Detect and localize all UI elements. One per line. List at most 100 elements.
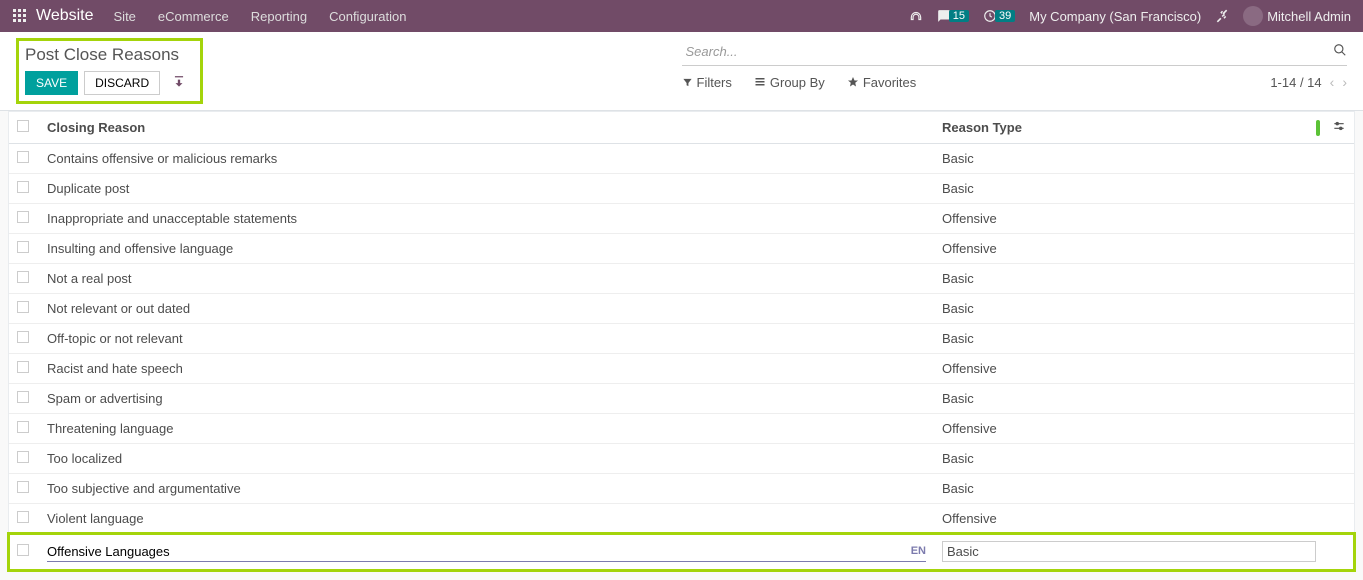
highlight-box-header: Post Close Reasons SAVE DISCARD (16, 38, 203, 104)
app-brand[interactable]: Website (36, 7, 94, 25)
messages-icon[interactable]: 15 (937, 9, 969, 23)
avatar (1243, 6, 1263, 26)
groupby-button[interactable]: Group By (754, 75, 825, 90)
table-row[interactable]: Violent languageOffensive (9, 504, 1354, 534)
row-checkbox[interactable] (17, 544, 29, 556)
company-switcher[interactable]: My Company (San Francisco) (1029, 9, 1201, 24)
cell-type: Basic (934, 324, 1324, 354)
row-checkbox[interactable] (17, 181, 29, 193)
groupby-label: Group By (770, 75, 825, 90)
settings-icon[interactable] (1215, 9, 1229, 23)
cell-reason: Duplicate post (39, 174, 934, 204)
row-checkbox[interactable] (17, 211, 29, 223)
cell-reason: Not relevant or out dated (39, 294, 934, 324)
cell-type: Offensive (934, 354, 1324, 384)
cell-reason: Off-topic or not relevant (39, 324, 934, 354)
row-checkbox[interactable] (17, 241, 29, 253)
cell-reason: Violent language (39, 504, 934, 534)
pager-prev-icon[interactable]: ‹ (1330, 74, 1335, 90)
filters-button[interactable]: Filters (682, 75, 732, 90)
support-icon[interactable] (909, 9, 923, 23)
filters-label: Filters (697, 75, 732, 90)
activities-icon[interactable]: 39 (983, 9, 1015, 23)
cell-reason: Inappropriate and unacceptable statement… (39, 204, 934, 234)
save-button[interactable]: SAVE (25, 71, 78, 95)
search-bar (682, 38, 1348, 66)
cell-type-edit: Basic (934, 534, 1324, 570)
table-row[interactable]: Not a real postBasic (9, 264, 1354, 294)
row-checkbox[interactable] (17, 481, 29, 493)
cell-reason: Racist and hate speech (39, 354, 934, 384)
activities-badge: 39 (995, 10, 1015, 22)
table-header-row: Closing Reason Reason Type (9, 112, 1354, 144)
table-row-editing[interactable]: EN Basic (9, 534, 1354, 570)
table-row[interactable]: Racist and hate speechOffensive (9, 354, 1354, 384)
control-panel: Post Close Reasons SAVE DISCARD Filters (0, 32, 1363, 111)
pager: 1-14 / 14 ‹ › (1270, 74, 1347, 90)
table-row[interactable]: Inappropriate and unacceptable statement… (9, 204, 1354, 234)
cell-type: Basic (934, 144, 1324, 174)
cell-reason: Contains offensive or malicious remarks (39, 144, 934, 174)
optional-columns-icon[interactable] (1332, 121, 1346, 136)
cell-reason: Too subjective and argumentative (39, 474, 934, 504)
cell-type: Basic (934, 384, 1324, 414)
page-title: Post Close Reasons (25, 45, 192, 65)
cell-type: Basic (934, 264, 1324, 294)
table-row[interactable]: Threatening languageOffensive (9, 414, 1354, 444)
discard-button[interactable]: DISCARD (84, 71, 160, 95)
pager-next-icon[interactable]: › (1342, 74, 1347, 90)
table-row[interactable]: Too localizedBasic (9, 444, 1354, 474)
row-checkbox[interactable] (17, 331, 29, 343)
nav-configuration[interactable]: Configuration (329, 9, 406, 24)
table-row[interactable]: Insulting and offensive languageOffensiv… (9, 234, 1354, 264)
col-reason-type-label: Reason Type (942, 120, 1022, 135)
select-all-checkbox[interactable] (17, 120, 29, 132)
nav-ecommerce[interactable]: eCommerce (158, 9, 229, 24)
cell-type: Offensive (934, 504, 1324, 534)
table-row[interactable]: Spam or advertisingBasic (9, 384, 1354, 414)
cell-type: Offensive (934, 414, 1324, 444)
row-checkbox[interactable] (17, 361, 29, 373)
cell-type: Offensive (934, 204, 1324, 234)
col-reason-type[interactable]: Reason Type (934, 112, 1324, 144)
cell-type: Basic (934, 174, 1324, 204)
closing-reason-input[interactable] (47, 542, 905, 561)
table-row[interactable]: Off-topic or not relevantBasic (9, 324, 1354, 354)
cell-reason: Spam or advertising (39, 384, 934, 414)
pager-text[interactable]: 1-14 / 14 (1270, 75, 1321, 90)
highlight-tick (1316, 120, 1320, 136)
cell-reason: Not a real post (39, 264, 934, 294)
cell-type: Basic (934, 444, 1324, 474)
nav-site[interactable]: Site (114, 9, 136, 24)
cell-type: Basic (934, 474, 1324, 504)
table-row[interactable]: Duplicate postBasic (9, 174, 1354, 204)
export-icon[interactable] (166, 75, 192, 92)
table-row[interactable]: Not relevant or out datedBasic (9, 294, 1354, 324)
row-checkbox[interactable] (17, 271, 29, 283)
row-checkbox[interactable] (17, 421, 29, 433)
search-input[interactable] (682, 40, 1334, 63)
cell-reason: Too localized (39, 444, 934, 474)
search-icon[interactable] (1333, 43, 1347, 60)
reason-type-select[interactable]: Basic (942, 541, 1316, 562)
row-checkbox[interactable] (17, 391, 29, 403)
nav-reporting[interactable]: Reporting (251, 9, 307, 24)
apps-icon[interactable] (12, 8, 28, 24)
lang-tag[interactable]: EN (911, 545, 926, 557)
row-checkbox[interactable] (17, 151, 29, 163)
cell-reason: Threatening language (39, 414, 934, 444)
cell-reason: Insulting and offensive language (39, 234, 934, 264)
col-closing-reason[interactable]: Closing Reason (39, 112, 934, 144)
row-checkbox[interactable] (17, 301, 29, 313)
row-checkbox[interactable] (17, 451, 29, 463)
row-checkbox[interactable] (17, 511, 29, 523)
user-menu[interactable]: Mitchell Admin (1243, 6, 1351, 26)
table-row[interactable]: Too subjective and argumentativeBasic (9, 474, 1354, 504)
favorites-label: Favorites (863, 75, 916, 90)
cell-type: Offensive (934, 234, 1324, 264)
cell-reason-edit: EN (39, 534, 934, 570)
top-navbar: Website Site eCommerce Reporting Configu… (0, 0, 1363, 32)
messages-badge: 15 (949, 10, 969, 22)
favorites-button[interactable]: Favorites (847, 75, 916, 90)
table-row[interactable]: Contains offensive or malicious remarksB… (9, 144, 1354, 174)
